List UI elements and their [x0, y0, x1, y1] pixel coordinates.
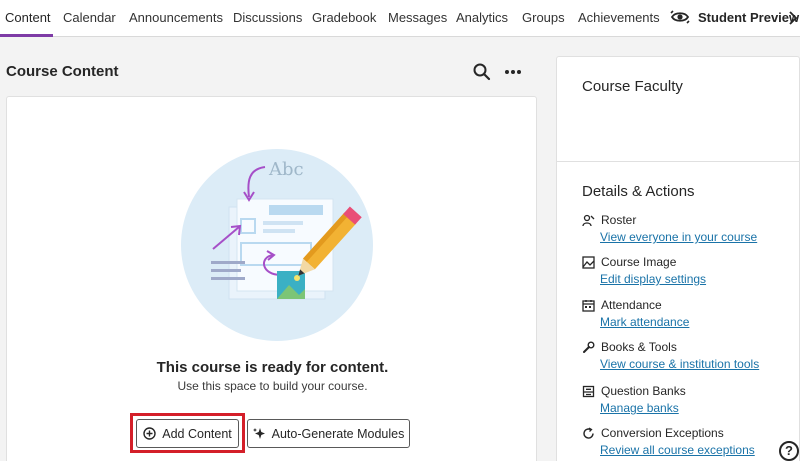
tab-announcements[interactable]: Announcements [129, 10, 223, 25]
illustration-abc-text: Abc [268, 159, 304, 180]
empty-content-illustration: Abc [181, 149, 373, 341]
course-nav: Content Calendar Announcements Discussio… [0, 0, 800, 37]
tab-content[interactable]: Content [5, 10, 51, 25]
tab-messages[interactable]: Messages [388, 10, 447, 25]
help-button[interactable]: ? [779, 441, 799, 461]
more-options-icon[interactable] [502, 62, 524, 82]
plus-circle-icon [143, 427, 156, 440]
roster-link[interactable]: View everyone in your course [600, 230, 797, 244]
action-question-banks: Question Banks Manage banks [582, 384, 797, 415]
details-panel: Course Faculty Details & Actions Roster … [556, 56, 800, 461]
course-image-label: Course Image [601, 255, 677, 269]
course-content-card: Abc This course is ready for content. Us… [6, 96, 537, 461]
tab-calendar[interactable]: Calendar [63, 10, 116, 25]
bank-icon [582, 385, 595, 397]
active-tab-indicator [0, 34, 53, 37]
student-preview-button[interactable]: Student Preview [670, 9, 799, 25]
add-content-label: Add Content [162, 426, 232, 441]
calendar-icon [582, 299, 595, 312]
action-books-tools: Books & Tools View course & institution … [582, 340, 797, 371]
books-tools-label: Books & Tools [601, 340, 677, 354]
conversion-exceptions-label: Conversion Exceptions [601, 426, 724, 440]
question-banks-label: Question Banks [601, 384, 686, 398]
tab-groups[interactable]: Groups [522, 10, 565, 25]
wrench-icon [583, 341, 595, 353]
action-course-image: Course Image Edit display settings [582, 255, 797, 286]
roster-label: Roster [601, 213, 637, 227]
empty-state-title: This course is ready for content. [156, 359, 389, 376]
course-faculty-heading: Course Faculty [582, 78, 683, 95]
tab-discussions[interactable]: Discussions [233, 10, 302, 25]
tab-gradebook[interactable]: Gradebook [312, 10, 376, 25]
student-preview-label: Student Preview [698, 9, 800, 25]
action-roster: Roster View everyone in your course [582, 213, 797, 244]
divider [557, 161, 800, 162]
auto-generate-modules-button[interactable]: Auto-Generate Modules [247, 419, 410, 448]
question-banks-link[interactable]: Manage banks [600, 401, 797, 415]
image-icon [582, 255, 595, 269]
roster-icon [582, 214, 595, 226]
sparkle-icon [252, 428, 265, 439]
conversion-exceptions-link[interactable]: Review all course exceptions [600, 443, 797, 457]
attendance-label: Attendance [601, 298, 662, 312]
action-conversion-exceptions: Conversion Exceptions Review all course … [582, 426, 797, 457]
eye-refresh-icon [670, 10, 690, 24]
empty-state-subtitle: Use this space to build your course. [177, 379, 368, 393]
auto-generate-label: Auto-Generate Modules [271, 426, 405, 441]
add-content-button[interactable]: Add Content [136, 419, 239, 448]
details-actions-heading: Details & Actions [582, 183, 695, 200]
chevron-right-icon[interactable] [786, 9, 800, 27]
tab-analytics[interactable]: Analytics [456, 10, 508, 25]
refresh-icon [583, 426, 594, 439]
course-image-link[interactable]: Edit display settings [600, 272, 797, 286]
search-icon[interactable] [472, 62, 492, 82]
action-attendance: Attendance Mark attendance [582, 298, 797, 329]
books-tools-link[interactable]: View course & institution tools [600, 357, 797, 371]
attendance-link[interactable]: Mark attendance [600, 315, 797, 329]
tab-achievements[interactable]: Achievements [578, 10, 660, 25]
page-title: Course Content [6, 63, 119, 80]
